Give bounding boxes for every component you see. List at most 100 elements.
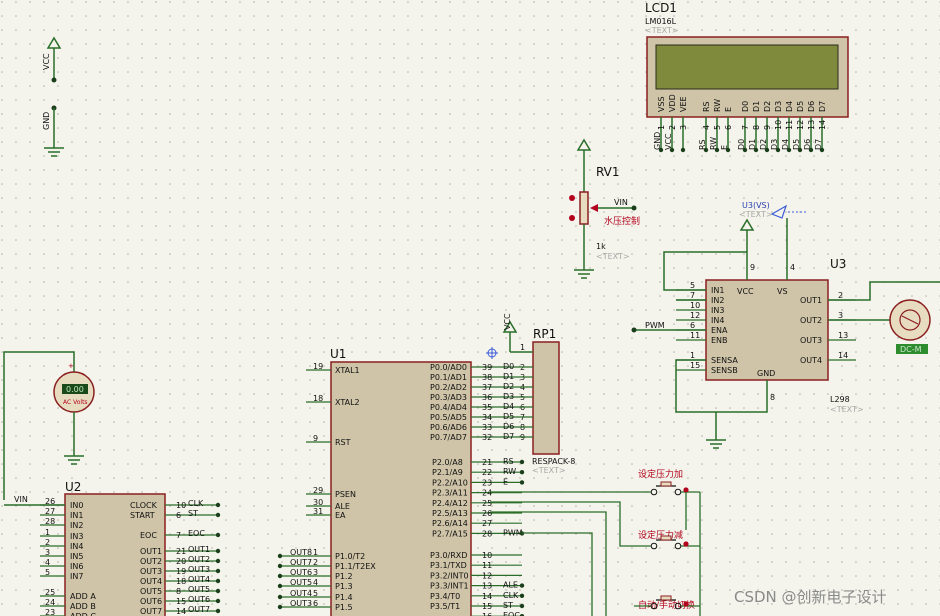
u3-pin-number: 3 [838, 311, 843, 320]
u2-pin-name: OUT4 [140, 577, 162, 586]
u1-ref: U1 [330, 347, 346, 361]
u3-pin-number: 11 [690, 331, 700, 340]
u2-net-dot [215, 548, 221, 554]
u1-pin-name: EA [335, 511, 346, 520]
lcd-pin-net: GND [653, 132, 662, 150]
rp1-pins: 23456789 [520, 363, 525, 442]
lcd-pin-name: VDD [668, 94, 677, 112]
u1-net-dot [277, 594, 283, 600]
u3-pin-name: OUT3 [800, 336, 822, 345]
u1-pin-name: P0.1/AD1 [430, 373, 467, 382]
u3-part: L298 [830, 395, 850, 404]
u1-pin-name: P0.5/AD5 [430, 413, 467, 422]
u1-pin-net: D7 [503, 432, 514, 441]
rv1-text-tag: <TEXT> [596, 252, 630, 261]
u1-pin-number: 16 [482, 612, 492, 616]
lcd-screen [655, 44, 839, 90]
rp1-text-tag: <TEXT> [532, 466, 566, 475]
u2-pin-name: CLOCK [130, 501, 158, 510]
u3-pin-number: 1 [690, 351, 695, 360]
u1-pin-name: P2.0/A8 [432, 458, 463, 467]
dc-motor[interactable]: DC-M [889, 299, 931, 354]
lcd-pin-dot [786, 147, 792, 153]
u1-left-net: OUT8 [290, 548, 312, 557]
u1-pin-net: CLK [503, 591, 519, 600]
u3-pin-name: ENB [711, 336, 728, 345]
lcd-pin-number: 9 [763, 125, 772, 130]
u1-pin-number: 27 [482, 519, 492, 528]
lcd-pin-dot [658, 147, 664, 153]
u1-pin-name: P0.4/AD4 [430, 403, 467, 412]
u3-pin-number: 14 [838, 351, 848, 360]
rv1-label: 水压控制 [604, 215, 640, 227]
u2-net-dot [215, 558, 221, 564]
u1-net-dot [277, 563, 283, 569]
u1-net-dot [519, 583, 525, 588]
u2-net-dot [215, 598, 221, 604]
u2-pin-name: OUT3 [140, 567, 162, 576]
u2-pin-number: 5 [45, 568, 50, 577]
u2-pin-name: IN6 [70, 562, 83, 571]
rp1-pin-1: 1 [520, 343, 525, 352]
u2-pin-net: OUT6 [188, 595, 210, 604]
u1-left-net: OUT3 [290, 599, 312, 608]
u2-pin-number: 20 [176, 557, 186, 566]
lcd-pin-name: D7 [818, 101, 827, 112]
lcd-pin-dot [714, 147, 720, 153]
lcd-text-tag: <TEXT> [645, 26, 679, 35]
watermark: CSDN @创新电子设计 [734, 588, 887, 606]
u2-pin-net: ST [188, 509, 198, 518]
u1-pin-number: 31 [313, 507, 323, 516]
lcd-pin-number: 3 [679, 125, 688, 130]
gnd-label: GND [42, 112, 51, 130]
u3-pin-name: OUT2 [800, 316, 822, 325]
lcd-pin-number: 11 [785, 120, 794, 130]
u3-pin-number: 4 [790, 263, 795, 272]
u2-pin-name: OUT7 [140, 607, 162, 616]
voltmeter-label: AC Volts [63, 399, 88, 406]
u1-pin-number: 28 [482, 529, 492, 538]
u1-pin-net: D3 [503, 392, 514, 401]
u1-pin-net: ALE [503, 581, 518, 590]
u2-pin-number: 18 [176, 577, 186, 586]
u3-pin-name: IN2 [711, 296, 724, 305]
u1-pin-name: P2.7/A15 [432, 529, 468, 538]
lcd-pin-name: D6 [807, 101, 816, 112]
u1-pin-number: 4 [313, 578, 318, 587]
lcd-pin-dot [753, 147, 759, 153]
lcd-pin-number: 13 [807, 120, 816, 130]
lcd-pin-dot [819, 147, 825, 153]
u2-pin-number: 23 [45, 608, 55, 616]
u1-pin-number: 34 [482, 413, 492, 422]
pushbutton-label: 设定压力加 [638, 468, 683, 480]
u1-pin-name: P0.6/AD6 [430, 423, 467, 432]
u1-pin-number: 35 [482, 403, 492, 412]
u3-pin-number: 6 [690, 321, 695, 330]
u2-pin-name: OUT6 [140, 597, 162, 606]
schematic-canvas[interactable]: VCC GND LCD1 LM016L <TEXT> VSS 1 GND VDD 2 VC… [0, 0, 940, 616]
u1-pin-number: 24 [482, 489, 492, 498]
u1-pin-name: ALE [335, 502, 350, 511]
u2-pin-name: IN2 [70, 521, 83, 530]
u2-pin-name: OUT2 [140, 557, 162, 566]
rp1-ref: RP1 [533, 327, 556, 341]
u1-pin-name: P2.4/A12 [432, 499, 468, 508]
u1-pin-name: P1.5 [335, 603, 353, 612]
lcd-pin-dot [764, 147, 770, 153]
rv1-ref: RV1 [596, 165, 620, 179]
u1-pin-number: 1 [313, 548, 318, 557]
u1-pin-net: D4 [503, 402, 514, 411]
u1-net-dot [277, 573, 283, 579]
u2-pin-name: OUT1 [140, 547, 162, 556]
u1-pin-name: PSEN [335, 490, 356, 499]
u1-pin-net: RS [503, 457, 514, 466]
u3-vs-net: U3(VS) [742, 201, 770, 210]
lcd-pin-dot [808, 147, 814, 153]
u2-pin-number: 25 [45, 588, 55, 597]
u3-pin-number: 9 [750, 263, 755, 272]
u1-pin-name: P2.2/A10 [432, 478, 468, 487]
u2-pin-net: OUT5 [188, 585, 210, 594]
u2-pin-name: EOC [140, 531, 157, 540]
u1-pin-number: 3 [313, 568, 318, 577]
lcd-pin-name: VSS [657, 96, 666, 112]
